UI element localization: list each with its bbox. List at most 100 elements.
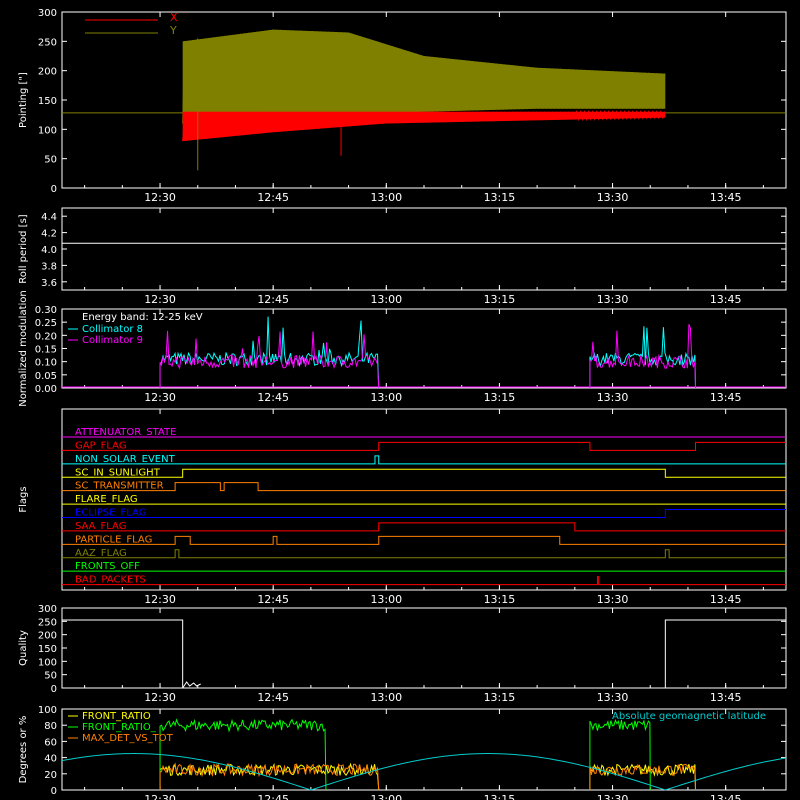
legend-label: Collimator 9 xyxy=(82,335,143,346)
flag-label-fronts-off: FRONTS_OFF xyxy=(75,561,140,572)
y-tick-label: 100 xyxy=(38,705,57,716)
ratio-series-1 xyxy=(589,719,651,791)
y-tick-label: 4.4 xyxy=(41,212,57,223)
modulation-Collimator-8 xyxy=(159,316,380,389)
quality-line xyxy=(62,619,786,689)
y-tick-label: 150 xyxy=(38,644,57,655)
y-tick-label: 0.25 xyxy=(35,318,57,329)
y-tick-label: 3.6 xyxy=(41,278,57,289)
x-tick-label: 12:30 xyxy=(144,793,176,800)
flag-label-sc-in-sunlight: SC_IN_SUNLIGHT xyxy=(75,467,161,478)
y-axis-label: Normalized modulation xyxy=(18,290,29,407)
y-axis-label: Quality xyxy=(18,630,29,666)
x-tick-label: 13:30 xyxy=(597,391,629,404)
x-tick-label: 13:30 xyxy=(597,191,629,204)
y-tick-label: 4.0 xyxy=(41,245,57,256)
y-tick-label: 300 xyxy=(38,604,57,615)
x-tick-label: 12:30 xyxy=(144,691,176,704)
x-tick-label: 12:45 xyxy=(257,293,289,306)
y-tick-label: 4.2 xyxy=(41,229,57,240)
flag-line-saa-flag xyxy=(62,522,786,532)
panel-5: 12:30 12:45 13:00 13:15 13:30 13:45 0 50 100 150 2… xyxy=(18,604,787,704)
y-tick-label: 0.00 xyxy=(35,384,57,395)
legend-label: Collimator 8 xyxy=(82,324,143,335)
y-tick-label: 50 xyxy=(44,155,57,166)
y-axis-label: Pointing ["] xyxy=(18,72,29,128)
plot-canvas: 12:30 12:45 13:00 13:15 13:30 13:45 0 50 100 150 2… xyxy=(0,0,800,800)
legend-label-Y: Y xyxy=(169,24,177,37)
y-tick-label: 250 xyxy=(38,617,57,628)
y-tick-label: 80 xyxy=(44,721,57,732)
y-tick-label: 0 xyxy=(51,684,57,695)
panel-frame xyxy=(61,207,787,291)
x-tick-label: 13:45 xyxy=(710,391,742,404)
y-axis-label: Degrees or % xyxy=(18,716,29,784)
y-tick-label: 0.30 xyxy=(35,305,57,316)
flag-label-flare-flag: FLARE_FLAG xyxy=(75,494,138,505)
x-tick-label: 13:00 xyxy=(370,593,402,606)
x-tick-label: 12:45 xyxy=(257,593,289,606)
x-tick-label: 12:45 xyxy=(257,691,289,704)
y-tick-label: 100 xyxy=(38,657,57,668)
y-tick-label: 150 xyxy=(38,96,57,107)
x-tick-label: 12:30 xyxy=(144,391,176,404)
y-tick-label: 0 xyxy=(51,184,57,195)
panel-2: 12:30 12:45 13:00 13:15 13:30 13:45 3.6 3.8 4.0 4… xyxy=(18,207,787,306)
flag-line-aaz-flag xyxy=(62,549,786,559)
flag-line-particle-flag xyxy=(62,535,786,545)
x-tick-label: 12:30 xyxy=(144,191,176,204)
y-tick-label: 3.8 xyxy=(41,261,57,272)
flag-label-non-solar-event: NON_SOLAR_EVENT xyxy=(75,454,176,465)
flag-label-gap-flag: GAP_FLAG xyxy=(75,440,127,451)
y-tick-label: 200 xyxy=(38,67,57,78)
y-tick-label: 0.20 xyxy=(35,331,57,342)
legend-label-latitude: Absolute geomagnetic latitude xyxy=(612,711,766,722)
x-tick-label: 13:15 xyxy=(484,593,516,606)
ratio-series-2 xyxy=(589,763,696,791)
ratio-series-1 xyxy=(159,718,327,791)
x-tick-label: 13:15 xyxy=(484,793,516,800)
legend-label-X: X xyxy=(170,11,178,24)
x-tick-label: 13:15 xyxy=(484,191,516,204)
annotation: Energy band: 12-25 keV xyxy=(82,312,203,323)
flag-label-bad-packets: BAD_PACKETS xyxy=(75,575,146,586)
x-tick-label: 13:00 xyxy=(370,191,402,204)
x-tick-label: 13:00 xyxy=(370,793,402,800)
x-tick-label: 13:30 xyxy=(597,593,629,606)
x-tick-label: 12:45 xyxy=(257,191,289,204)
y-tick-label: 100 xyxy=(38,125,57,136)
y-tick-label: 60 xyxy=(44,737,57,748)
x-tick-label: 13:15 xyxy=(484,293,516,306)
legend-label: MAX_DET_VS_TOT xyxy=(82,733,174,744)
x-tick-label: 13:30 xyxy=(597,293,629,306)
y-tick-label: 50 xyxy=(44,671,57,682)
x-tick-label: 13:45 xyxy=(710,293,742,306)
flag-line-sc-transmitter xyxy=(62,482,786,492)
panel-6: 12:30 12:45 13:00 13:15 13:30 13:45 0 20 40 60 80 1… xyxy=(18,705,787,800)
y-tick-label: 250 xyxy=(38,37,57,48)
y-tick-label: 0.10 xyxy=(35,358,57,369)
x-tick-label: 13:00 xyxy=(370,391,402,404)
x-tick-label: 12:30 xyxy=(144,293,176,306)
legend-label: FRONT_RATIO xyxy=(82,711,151,722)
legend-label: FRONT_RATIO_ xyxy=(82,722,157,733)
y-tick-label: 200 xyxy=(38,631,57,642)
x-tick-label: 12:30 xyxy=(144,593,176,606)
y-tick-label: 300 xyxy=(38,8,57,19)
x-tick-label: 13:00 xyxy=(370,293,402,306)
x-tick-label: 13:45 xyxy=(710,691,742,704)
flag-label-sc-transmitter: SC_TRANSMITTER xyxy=(75,481,164,492)
flag-line-bad-packets xyxy=(62,576,786,586)
y-axis-label: Flags xyxy=(18,486,29,512)
flag-label-saa-flag: SAA_FLAG xyxy=(75,521,126,532)
flag-line-gap-flag xyxy=(62,441,786,451)
y-tick-label: 0.15 xyxy=(35,345,57,356)
y-tick-label: 20 xyxy=(44,770,57,781)
x-tick-label: 12:45 xyxy=(257,391,289,404)
x-tick-label: 12:45 xyxy=(257,793,289,800)
x-tick-label: 13:30 xyxy=(597,691,629,704)
panel-4: 12:30 12:45 13:00 13:15 13:30 13:45 Flags ATTEN… xyxy=(18,408,787,606)
flag-line-eclipse-flag xyxy=(62,509,786,518)
x-tick-label: 13:30 xyxy=(597,793,629,800)
panel-1: 12:30 12:45 13:00 13:15 13:30 13:45 0 50 100 150 2… xyxy=(18,8,787,204)
